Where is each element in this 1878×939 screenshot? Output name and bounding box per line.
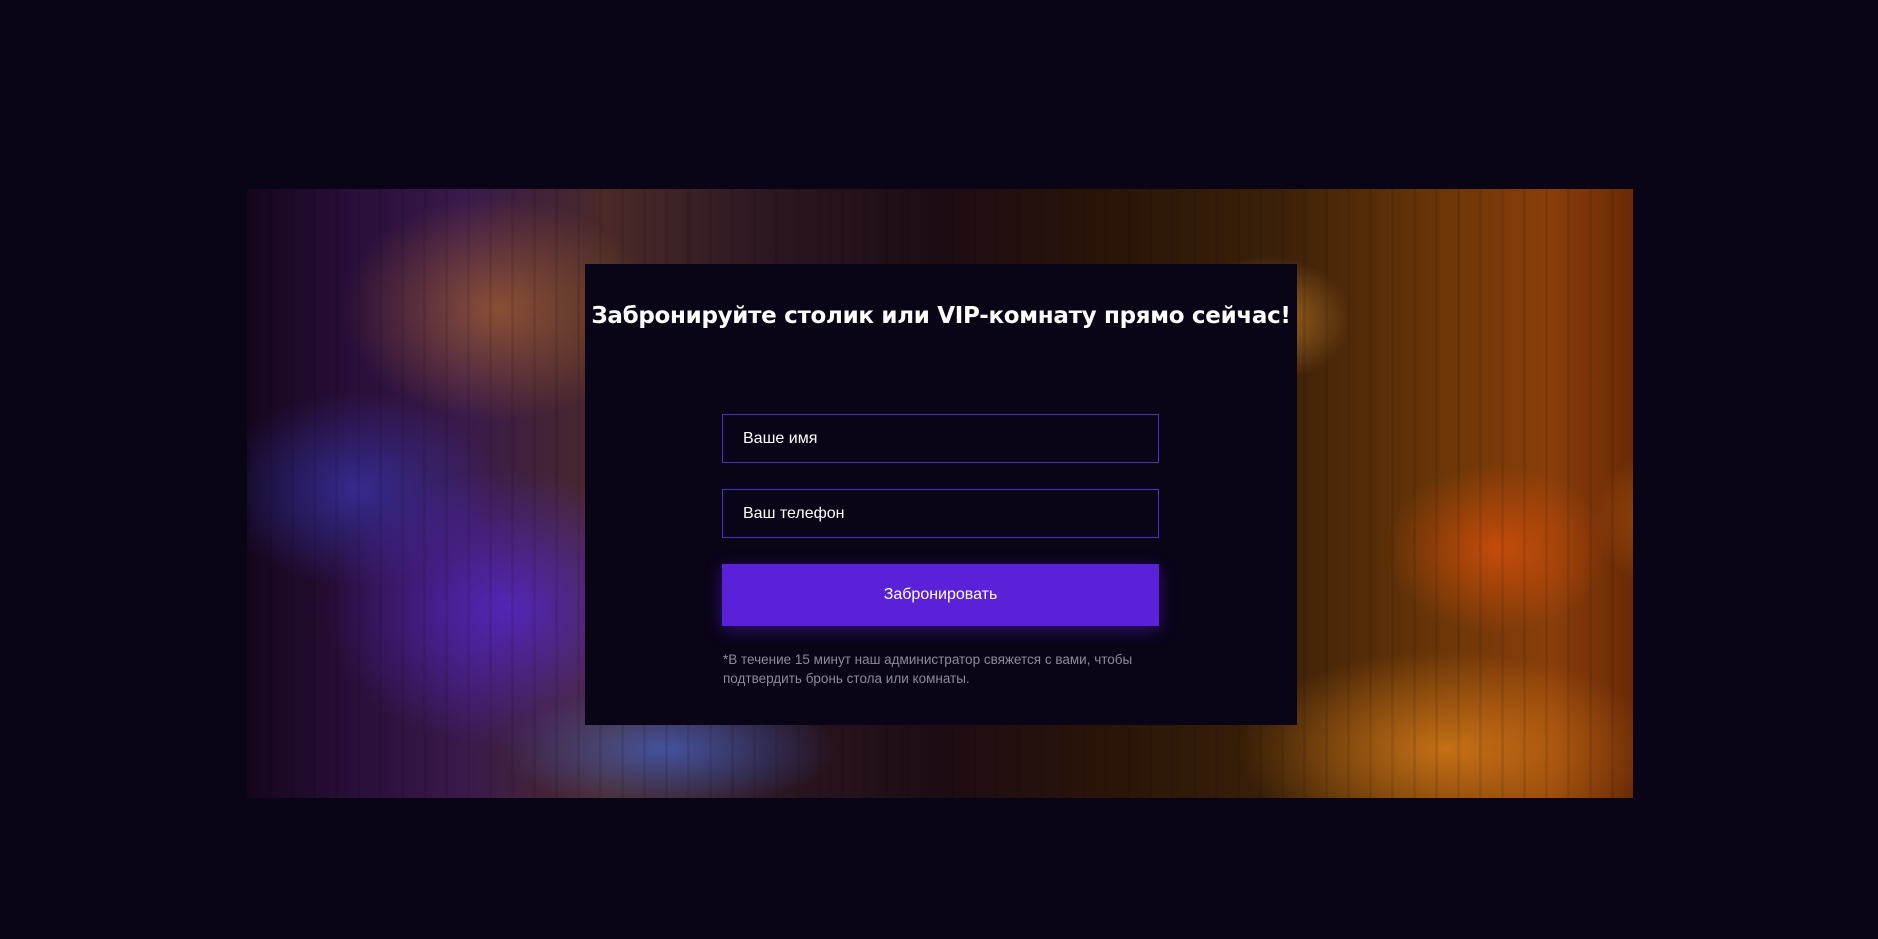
booking-section: Забронируйте столик или VIP-комнату прям… (0, 0, 1878, 939)
booking-form-card: Забронируйте столик или VIP-комнату прям… (585, 264, 1297, 725)
book-button[interactable]: Забронировать (722, 564, 1159, 626)
booking-title: Забронируйте столик или VIP-комнату прям… (591, 303, 1291, 329)
phone-input[interactable] (722, 489, 1159, 538)
name-input[interactable] (722, 414, 1159, 463)
confirmation-note: *В течение 15 минут наш администратор св… (723, 652, 1133, 686)
